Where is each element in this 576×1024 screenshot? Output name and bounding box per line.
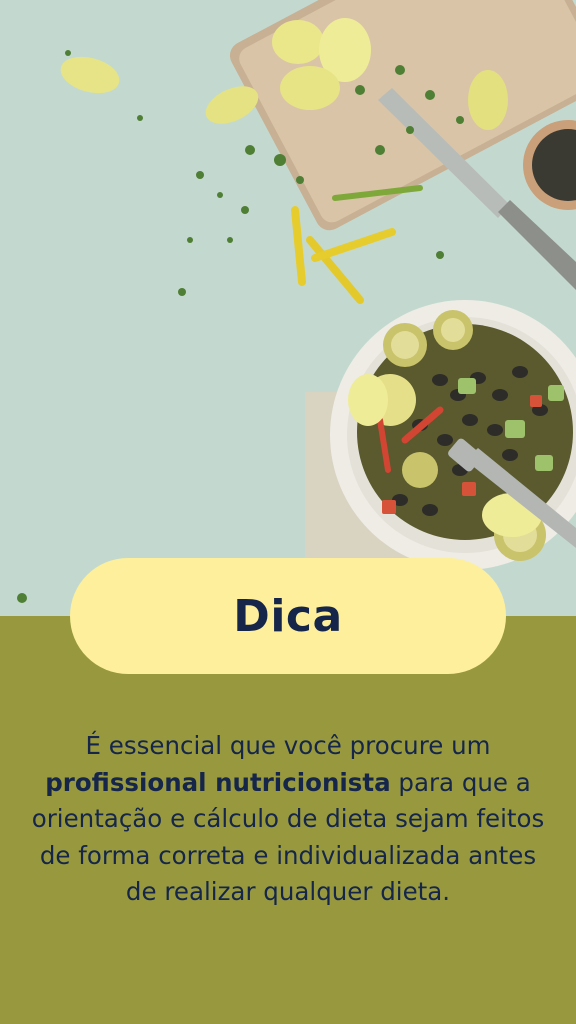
tip-text: É essencial que você procure um profissi…	[30, 728, 546, 911]
food-photo	[0, 0, 576, 616]
title-pill: Dica	[70, 558, 506, 674]
tip-text-start: É essencial que você procure um	[85, 731, 491, 760]
tip-text-bold: profissional nutricionista	[45, 767, 391, 797]
pill-title: Dica	[233, 590, 343, 642]
